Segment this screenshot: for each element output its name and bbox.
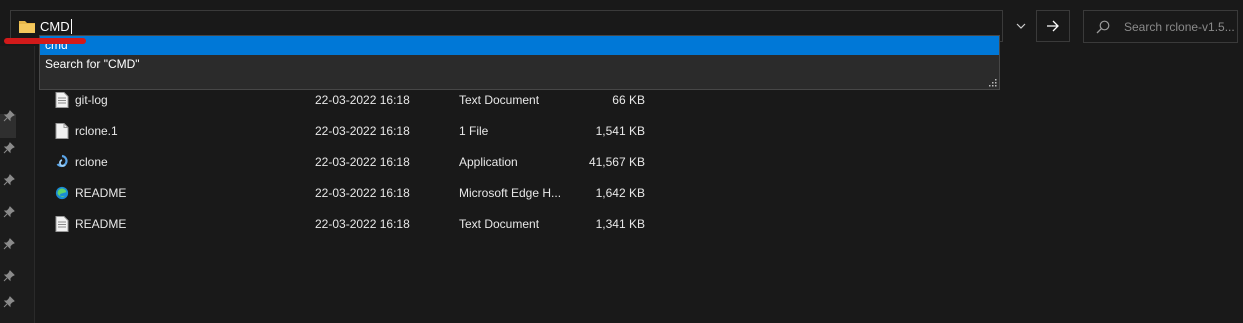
go-button[interactable] <box>1036 10 1070 42</box>
suggestion-cmd[interactable]: cmd <box>40 36 999 55</box>
file-type: Text Document <box>459 93 540 107</box>
file-row[interactable]: rclone.1 22-03-2022 16:18 1 File 1,541 K… <box>50 121 670 141</box>
search-box[interactable]: Search rclone-v1.5... <box>1083 10 1238 43</box>
file-row[interactable]: README 22-03-2022 16:18 Microsoft Edge H… <box>50 183 670 203</box>
file-type: Text Document <box>459 217 540 231</box>
file-name: README <box>75 186 127 200</box>
text-document-icon <box>55 216 69 232</box>
search-placeholder: Search rclone-v1.5... <box>1124 20 1235 34</box>
pin-icon[interactable] <box>3 270 15 282</box>
search-icon <box>1096 20 1110 34</box>
file-type: Application <box>459 155 518 169</box>
file-name: README <box>75 217 127 231</box>
file-date: 22-03-2022 16:18 <box>315 93 410 107</box>
pin-icon[interactable] <box>3 174 15 186</box>
file-row[interactable]: git-log 22-03-2022 16:18 Text Document 6… <box>50 90 670 110</box>
address-history-button[interactable] <box>1006 10 1036 42</box>
file-date: 22-03-2022 16:18 <box>315 155 410 169</box>
file-type: Microsoft Edge H... <box>459 186 562 200</box>
file-type: 1 File <box>459 124 489 138</box>
pin-icon[interactable] <box>3 238 15 250</box>
file-name: rclone <box>75 155 108 169</box>
edge-html-icon <box>55 186 69 200</box>
pin-icon[interactable] <box>3 206 15 218</box>
file-name: git-log <box>75 93 108 107</box>
file-size: 1,642 KB <box>595 186 645 200</box>
file-size: 66 KB <box>612 93 645 107</box>
file-name: rclone.1 <box>75 124 118 138</box>
pin-icon[interactable] <box>3 110 15 122</box>
folder-icon <box>19 21 35 33</box>
text-document-icon <box>55 92 69 108</box>
chevron-down-icon <box>1016 23 1026 29</box>
file-row[interactable]: README 22-03-2022 16:18 Text Document 1,… <box>50 214 670 234</box>
file-date: 22-03-2022 16:18 <box>315 124 410 138</box>
suggestion-search-for[interactable]: Search for "CMD" <box>40 55 999 74</box>
address-input[interactable]: CMD <box>40 19 72 34</box>
file-size: 1,341 KB <box>595 217 645 231</box>
file-size: 1,541 KB <box>595 124 645 138</box>
resize-grip-icon[interactable] <box>989 79 997 87</box>
file-size: 41,567 KB <box>588 155 645 169</box>
rclone-app-icon <box>56 154 68 168</box>
file-date: 22-03-2022 16:18 <box>315 217 410 231</box>
text-caret <box>70 19 72 34</box>
file-date: 22-03-2022 16:18 <box>315 186 410 200</box>
file-icon <box>55 123 69 139</box>
file-row[interactable]: rclone 22-03-2022 16:18 Application 41,5… <box>50 152 670 172</box>
address-suggestions-dropdown: cmd Search for "CMD" <box>39 35 1000 90</box>
pin-icon[interactable] <box>3 142 15 154</box>
pin-icon[interactable] <box>3 296 15 308</box>
arrow-right-icon <box>1047 20 1059 32</box>
red-annotation-underline <box>4 38 86 44</box>
navigation-pane <box>0 46 35 323</box>
